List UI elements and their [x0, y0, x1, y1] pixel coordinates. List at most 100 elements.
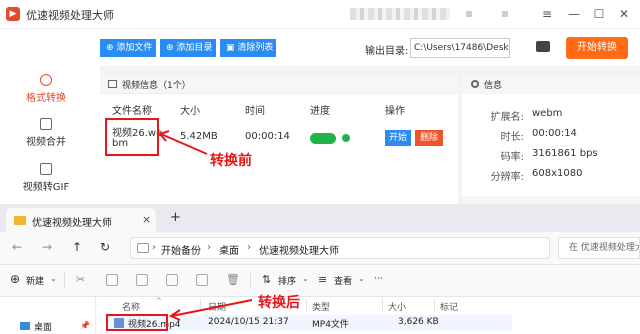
check-icon — [342, 134, 350, 142]
image-icon — [108, 80, 117, 88]
info-panel: 信息 扩展名: webm 时长: 00:00:14 码率: 3161861 bp… — [462, 74, 640, 204]
panel-header-text: 视频信息（1个） — [122, 81, 191, 91]
file-type: MP4文件 — [312, 320, 349, 330]
clear-list-button[interactable]: ▣ 清除列表 — [220, 39, 276, 57]
col-size: 大小 — [180, 106, 200, 117]
divider — [434, 299, 435, 311]
new-tab-button[interactable]: + — [170, 210, 181, 225]
annotation-after: 转换后 — [258, 295, 300, 311]
col-filename: 文件名称 — [112, 106, 152, 117]
breadcrumb-desktop[interactable]: 桌面 — [219, 242, 239, 257]
copy-icon[interactable] — [106, 274, 118, 286]
title-bar: ▶ 优速视频处理大师 ≡ — ☐ ✕ — [0, 0, 640, 28]
info-value: 3161861 bps — [532, 148, 598, 159]
menu-icon[interactable]: ≡ — [537, 4, 557, 24]
toolbar: ⊕ 添加文件 ⊕ 添加目录 ▣ 清除列表 输出目录: C:\Users\1748… — [0, 28, 640, 66]
nav-item-desktop[interactable]: 桌面 — [34, 320, 52, 333]
sidebar-item-format-convert[interactable]: 格式转换 — [0, 74, 92, 104]
col-size[interactable]: 大小 — [388, 300, 406, 313]
sidebar: 格式转换 视频合并 视频转GIF — [0, 66, 100, 204]
blurred-dot — [502, 11, 508, 17]
info-value: webm — [532, 108, 563, 119]
blurred-dot — [466, 11, 472, 17]
trash-icon: ▣ — [226, 43, 235, 53]
close-button[interactable]: ✕ — [614, 4, 634, 24]
file-duration: 00:00:14 — [245, 131, 290, 142]
cut-icon[interactable]: ✂ — [76, 273, 85, 286]
desktop-icon — [20, 322, 30, 330]
close-tab-icon[interactable]: × — [142, 213, 151, 226]
row-delete-button[interactable]: 删除 — [415, 130, 443, 146]
monitor-icon — [137, 243, 149, 253]
add-file-button[interactable]: ⊕ 添加文件 — [100, 39, 156, 57]
view-button[interactable]: 查看 — [334, 274, 352, 287]
col-name[interactable]: 名称 — [122, 300, 140, 313]
add-dir-button[interactable]: ⊕ 添加目录 — [160, 39, 216, 57]
up-icon[interactable]: ↑ — [72, 240, 82, 254]
plus-icon: ⊕ — [106, 43, 114, 53]
info-value: 608x1080 — [532, 168, 583, 179]
view-icon: ≡ — [318, 273, 328, 286]
minimize-button[interactable]: — — [564, 4, 584, 24]
sort-button[interactable]: 排序 — [278, 274, 296, 287]
app-logo-icon: ▶ — [6, 7, 20, 21]
sort-arrow-icon: ^ — [156, 297, 162, 305]
breadcrumb-folder[interactable]: 优速视频处理大师 — [259, 242, 339, 257]
delete-icon[interactable]: 🗑 — [226, 273, 240, 286]
arrow-after-icon — [168, 299, 253, 321]
breadcrumb-backup[interactable]: 开始备份 — [161, 242, 201, 257]
maximize-button[interactable]: ☐ — [589, 4, 609, 24]
highlight-box-before — [105, 118, 159, 156]
folder-icon — [14, 216, 26, 225]
chevron-right-icon: › — [247, 242, 251, 253]
divider — [382, 299, 383, 311]
info-title: 信息 — [484, 81, 503, 91]
output-dir-input[interactable]: C:\Users\17486\Deskto — [410, 38, 510, 58]
start-convert-button[interactable]: 开始转换 — [566, 37, 628, 59]
file-size: 3,626 KB — [398, 317, 439, 327]
col-tag[interactable]: 标记 — [440, 300, 458, 313]
annotation-before: 转换前 — [210, 153, 252, 169]
merge-icon — [40, 118, 52, 130]
sidebar-item-video-to-gif[interactable]: 视频转GIF — [0, 163, 92, 193]
add-file-label: 添加文件 — [116, 43, 153, 53]
back-icon[interactable]: ← — [12, 240, 22, 254]
info-value: 00:00:14 — [532, 128, 577, 139]
more-button[interactable]: ··· — [374, 274, 383, 284]
paste-icon[interactable] — [136, 274, 148, 286]
address-bar[interactable]: › 开始备份 › 桌面 › 优速视频处理大师 — [130, 237, 550, 259]
plus-icon: ⊕ — [166, 43, 174, 53]
gear-icon — [471, 80, 479, 88]
share-icon[interactable] — [196, 274, 208, 286]
panel-header: 视频信息（1个） — [100, 74, 458, 94]
divider — [64, 273, 65, 289]
sidebar-item-video-merge[interactable]: 视频合并 — [0, 118, 92, 148]
add-dir-label: 添加目录 — [176, 43, 213, 53]
folder-icon[interactable] — [536, 41, 550, 52]
new-button[interactable]: 新建 — [26, 274, 44, 287]
navigation-bar: ← → ↑ ↻ › 开始备份 › 桌面 › 优速视频处理大师 在 优速视频处理大… — [0, 232, 640, 264]
pin-icon: 📌 — [80, 321, 90, 330]
rename-icon[interactable] — [166, 274, 178, 286]
col-progress: 进度 — [310, 106, 330, 117]
tab-title: 优速视频处理大师 — [32, 218, 112, 229]
chevron-down-icon: ⌄ — [358, 274, 365, 283]
navigation-pane: 桌面 📌 — [0, 297, 96, 334]
output-dir-label: 输出目录: — [365, 46, 409, 57]
settings-section-peek — [462, 196, 640, 204]
clear-list-label: 清除列表 — [237, 43, 274, 53]
search-input[interactable]: 在 优速视频处理大师 — [558, 237, 640, 259]
tab-active[interactable]: 优速视频处理大师 × — [6, 208, 156, 232]
highlight-box-after — [106, 314, 168, 331]
info-key: 时长: — [500, 132, 524, 143]
col-action: 操作 — [385, 106, 405, 117]
chevron-right-icon: › — [207, 242, 211, 253]
plus-circle-icon: ⊕ — [10, 272, 21, 286]
row-start-button[interactable]: 开始 — [385, 130, 411, 146]
sort-icon: ⇅ — [262, 273, 272, 286]
col-type[interactable]: 类型 — [312, 300, 330, 313]
chevron-down-icon: ⌄ — [302, 274, 309, 283]
refresh-icon[interactable]: ↻ — [100, 240, 110, 254]
forward-icon[interactable]: → — [42, 240, 52, 254]
divider — [306, 299, 307, 311]
